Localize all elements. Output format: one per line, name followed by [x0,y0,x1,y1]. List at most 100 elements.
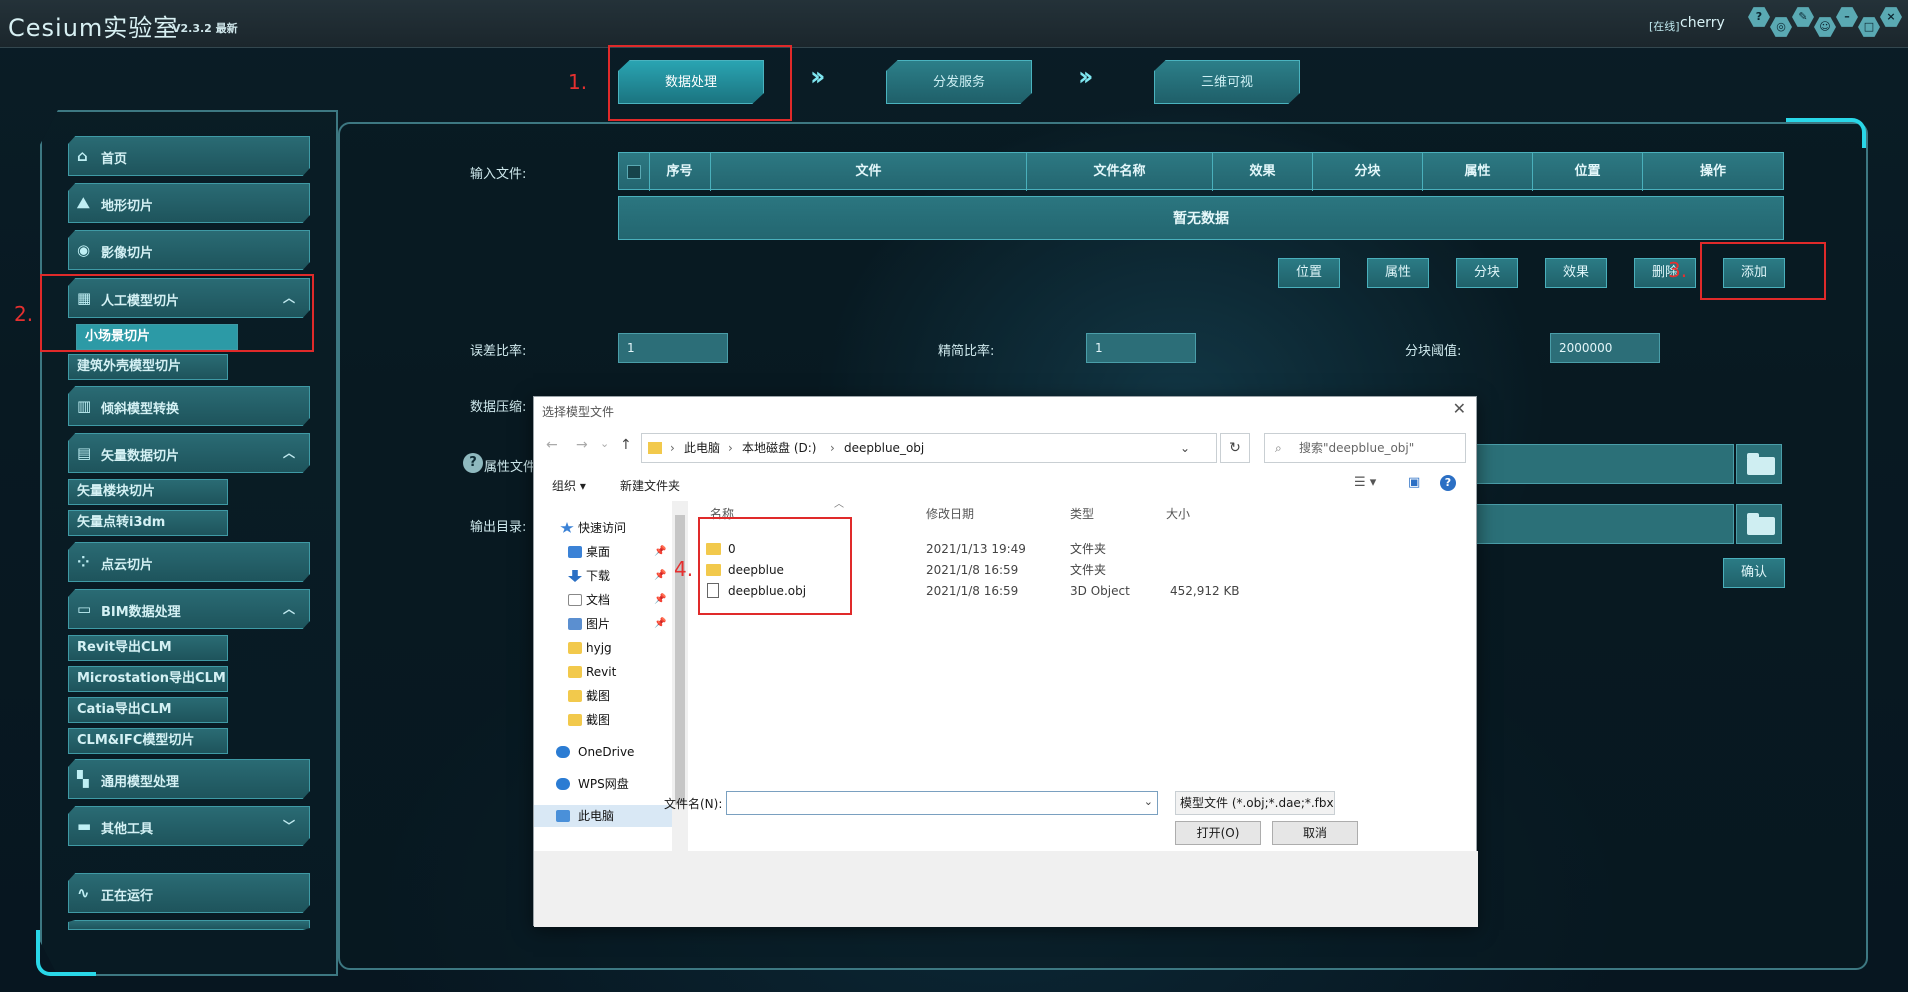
close-icon[interactable]: × [1880,7,1902,27]
close-icon[interactable]: ✕ [1453,399,1466,418]
chevron-down-icon[interactable]: ⌄ [1144,795,1153,808]
user-name[interactable]: cherry [1680,15,1725,31]
attribute-file-input[interactable] [1470,444,1734,484]
tree-item-pictures[interactable]: 图片 📌 [534,613,672,635]
column-header-date[interactable]: 修改日期 [926,505,974,522]
sidebar-item-label: 影像切片 [101,246,154,261]
cancel-button[interactable]: 取消 [1272,821,1358,845]
tree-item-folder[interactable]: 截图 [534,709,672,731]
column-header: 位置 [1533,153,1643,191]
sidebar-item-label: BIM数据处理 [101,605,181,620]
tree-item-folder[interactable]: Revit [534,661,672,683]
attribute-folder-button[interactable] [1736,444,1782,484]
chevron-down-icon[interactable]: ⌄ [1180,434,1190,462]
app-version: V2.3.2 最新 [172,22,238,35]
sidebar-subitem-clm-ifc[interactable]: CLM&IFC模型切片 [68,728,228,754]
step-distribution-service[interactable]: 分发服务 [886,60,1032,104]
tree-item-documents[interactable]: 文档 📌 [534,589,672,611]
sidebar-subitem-vector-block[interactable]: 矢量楼块切片 [68,479,228,505]
error-ratio-input[interactable]: 1 [618,333,728,363]
output-dir-input[interactable] [1470,504,1734,544]
simplify-ratio-input[interactable]: 1 [1086,333,1196,363]
tree-item-folder[interactable]: hyjg [534,637,672,659]
help-icon[interactable]: ? [1748,7,1770,27]
globe-icon[interactable]: ◎ [1770,17,1792,37]
model-icon: ▚ [77,770,89,788]
breadcrumb-item[interactable]: deepblue_obj [844,434,924,462]
minimize-icon[interactable]: – [1836,7,1858,27]
sidebar-subitem-building-shell[interactable]: 建筑外壳模型切片 [68,354,228,380]
breadcrumb-item[interactable]: 此电脑 [684,434,720,462]
sidebar-item-vector-data[interactable]: ▤ 矢量数据切片 ︿ [68,433,310,473]
tree-item-this-pc[interactable]: 此电脑 [534,805,672,827]
annotation-label: 4. [674,557,694,581]
tree-item-desktop[interactable]: 桌面 📌 [534,541,672,563]
help-icon[interactable]: ? [463,453,483,473]
sidebar-item-label: 矢量数据切片 [101,449,180,464]
refresh-icon[interactable]: ↻ [1220,433,1250,463]
sidebar-subitem-catia[interactable]: Catia导出CLM [68,697,228,723]
block-threshold-input[interactable]: 2000000 [1550,333,1660,363]
frame-corner [36,930,96,976]
annotation-label: 2. [14,302,34,326]
view-options-icon[interactable]: ☰ ▾ [1354,475,1376,490]
filetype-select[interactable]: 模型文件 (*.obj;*.dae;*.fbx;*.3 [1175,791,1335,815]
sidebar-item-running[interactable]: ∿ 正在运行 [68,873,310,913]
confirm-button[interactable]: 确认 [1723,558,1785,588]
sidebar-subitem-vector-point[interactable]: 矢量点转i3dm [68,510,228,536]
breadcrumb-separator: › [670,441,675,455]
sidebar-item-imagery[interactable]: ◉ 影像切片 [68,230,310,270]
step-3d-visual[interactable]: 三维可视 [1154,60,1300,104]
tree-item-downloads[interactable]: 下载 📌 [534,565,672,587]
organize-button[interactable]: 组织 ▾ [552,477,586,494]
address-bar[interactable]: › 此电脑 › 本地磁盘 (D:) › deepblue_obj ⌄ [641,433,1217,463]
tree-item-quick-access[interactable]: 快速访问 [534,517,672,539]
output-folder-button[interactable] [1736,504,1782,544]
tree-item-folder[interactable]: 截图 [534,685,672,707]
sidebar-item-generic-model[interactable]: ▚ 通用模型处理 [68,759,310,799]
search-placeholder: 搜索"deepblue_obj" [1299,441,1415,455]
forward-icon[interactable]: → [576,437,588,453]
user-icon[interactable]: ☺ [1814,17,1836,37]
dialog-title: 选择模型文件 [542,405,615,419]
block-button[interactable]: 分块 [1456,258,1518,288]
new-folder-button[interactable]: 新建文件夹 [620,477,680,494]
sidebar-item-tilt-model[interactable]: ▥ 倾斜模型转换 [68,386,310,426]
maximize-icon[interactable]: □ [1858,17,1880,37]
sidebar-item-terrain[interactable]: ⛰ 地形切片 [68,183,310,223]
open-button[interactable]: 打开(O) [1175,821,1261,845]
bim-icon: ▭ [77,600,92,618]
column-header-size[interactable]: 大小 [1166,505,1190,522]
tree-item-wps[interactable]: WPS网盘 [534,773,672,795]
annotation-box [608,45,792,121]
sidebar-item-home[interactable]: ⌂ 首页 [68,136,310,176]
search-icon: ⌕ [1275,441,1282,455]
chevron-down-icon[interactable]: ⌄ [600,437,609,450]
tree-item-onedrive[interactable]: OneDrive [534,741,672,763]
dialog-footer [534,851,1478,927]
sidebar-subitem-revit[interactable]: Revit导出CLM [68,635,228,661]
desktop-icon [568,546,582,558]
preview-pane-icon[interactable]: ▣ [1408,475,1420,490]
select-all-checkbox[interactable] [627,165,641,179]
empty-table-row: 暂无数据 [618,196,1784,240]
column-header-type[interactable]: 类型 [1070,505,1094,522]
breadcrumb-separator: › [830,441,835,455]
effect-button[interactable]: 效果 [1545,258,1607,288]
back-icon[interactable]: ← [546,437,558,453]
sidebar-item-pointcloud[interactable]: ⁘ 点云切片 [68,542,310,582]
attribute-button[interactable]: 属性 [1367,258,1429,288]
edit-icon[interactable]: ✎ [1792,7,1814,27]
column-header: 序号 [649,153,711,191]
sidebar-item-other-tools[interactable]: ▬ 其他工具 ﹀ [68,806,310,846]
column-header: 文件 [711,153,1027,191]
position-button[interactable]: 位置 [1278,258,1340,288]
tilt-icon: ▥ [77,397,92,415]
breadcrumb-item[interactable]: 本地磁盘 (D:) [742,434,816,462]
filename-input[interactable]: ⌄ [726,791,1158,815]
sidebar-item-bim[interactable]: ▭ BIM数据处理 ︿ [68,589,310,629]
help-icon[interactable]: ? [1440,475,1456,491]
up-icon[interactable]: ↑ [620,437,632,453]
search-input[interactable]: ⌕ 搜索"deepblue_obj" [1264,433,1466,463]
sidebar-subitem-microstation[interactable]: Microstation导出CLM [68,666,228,692]
